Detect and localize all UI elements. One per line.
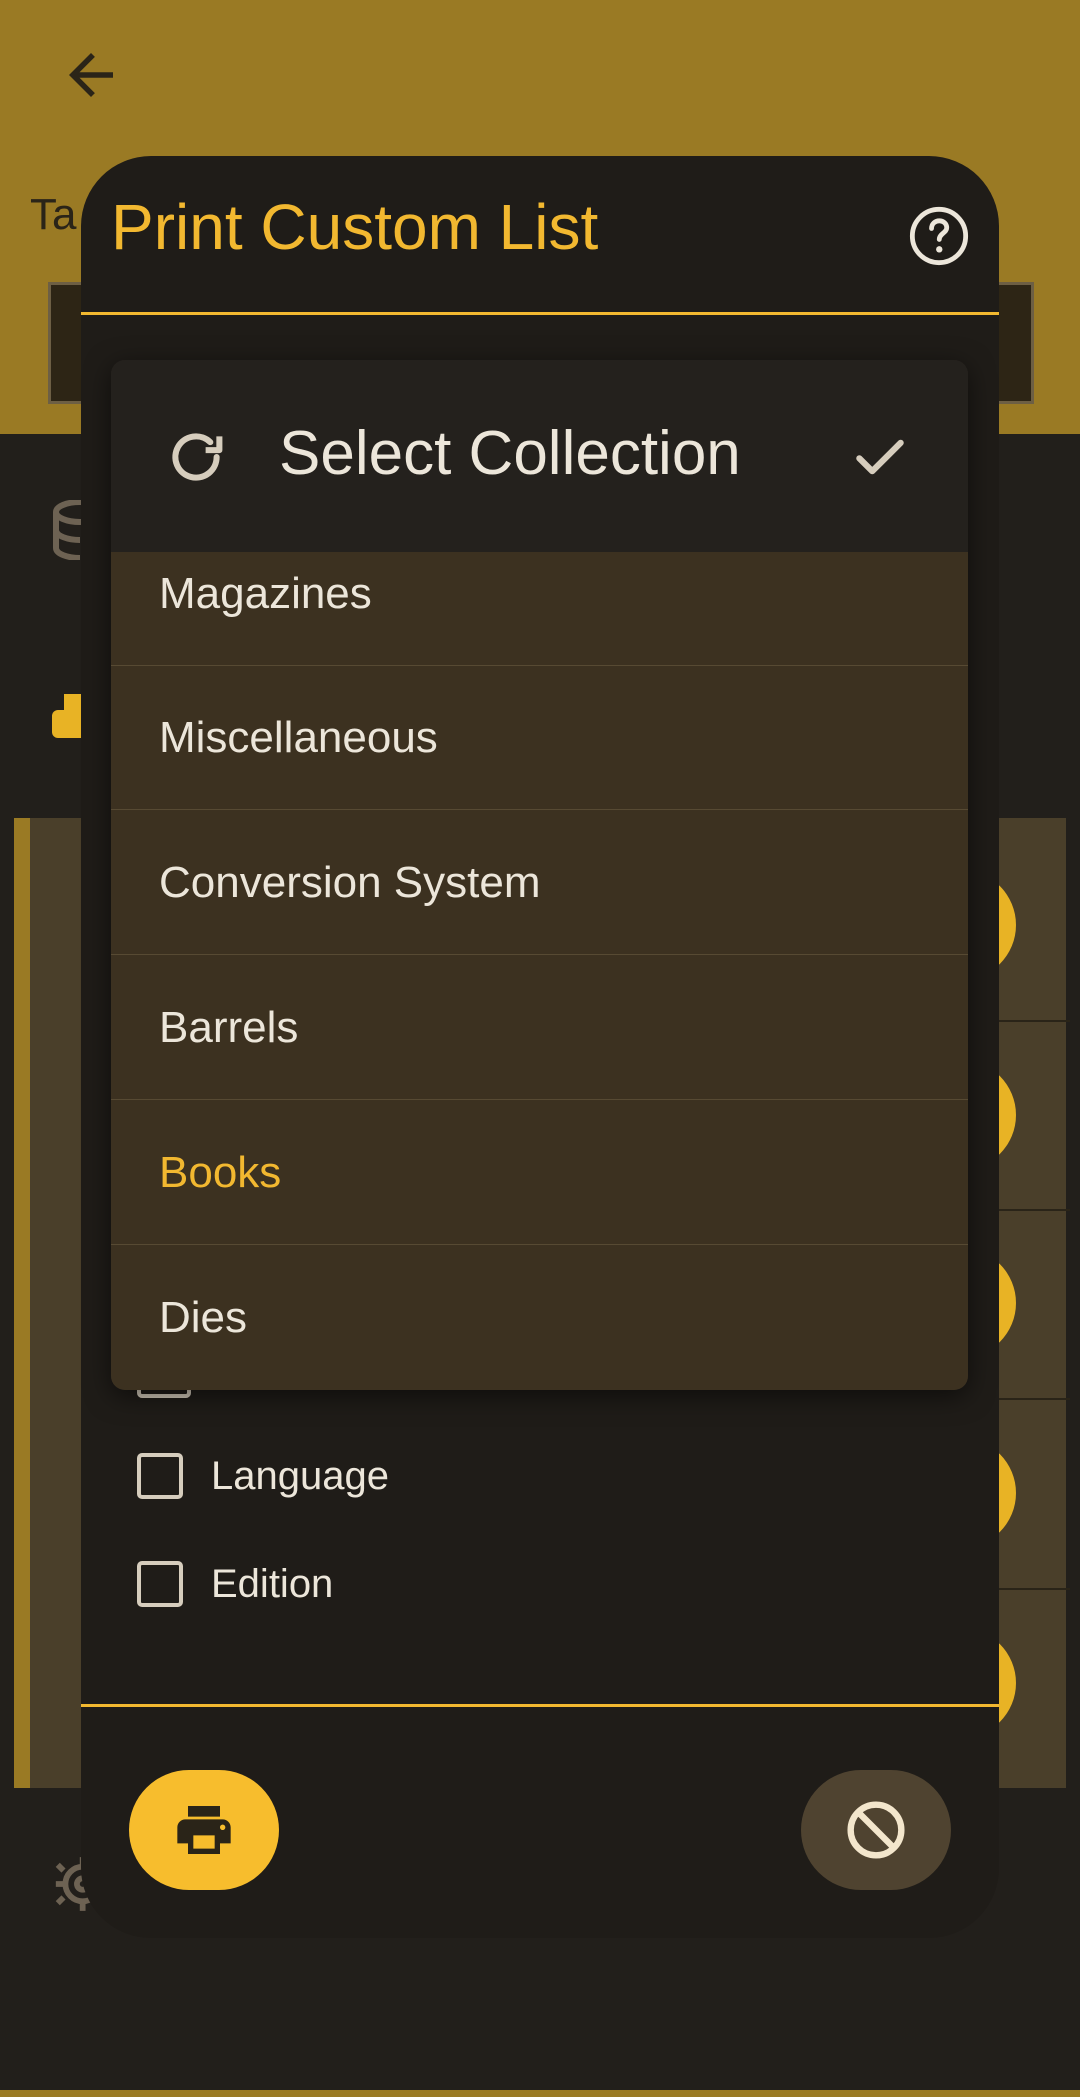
list-item-barrels[interactable]: Barrels [111,956,968,1100]
back-arrow-icon[interactable] [58,42,124,108]
collection-list: Magazines Miscellaneous Conversion Syste… [111,552,968,1390]
help-icon[interactable] [907,204,971,268]
cancel-icon [847,1801,905,1859]
dialog-divider [81,1704,999,1707]
list-item-dies[interactable]: Dies [111,1246,968,1390]
list-item-label: Conversion System [159,857,541,907]
checkbox[interactable] [137,1453,183,1499]
cancel-button[interactable] [801,1770,951,1890]
printer-icon [177,1806,231,1854]
list-item-label: Barrels [159,1002,299,1052]
list-item-label: Magazines [159,568,372,618]
checkbox-row-language[interactable]: Language [137,1446,389,1506]
checkbox-label: Edition [211,1561,334,1606]
list-item-magazines[interactable]: Magazines [111,522,968,666]
checkbox-label: Language [211,1453,389,1498]
popup-title: Select Collection [279,419,741,488]
list-item-miscellaneous[interactable]: Miscellaneous [111,666,968,810]
list-item-label: Miscellaneous [159,712,438,762]
checkbox-row-edition[interactable]: Edition [137,1554,333,1614]
dialog-title: Print Custom List [111,191,599,263]
dialog-divider [81,312,999,315]
checkbox[interactable] [137,1561,183,1607]
list-item-label: Books [159,1147,282,1197]
checkmark-icon[interactable] [849,426,911,488]
background-title: Ta [30,190,77,239]
print-button[interactable] [129,1770,279,1890]
background-panel-stripe [14,818,30,1788]
list-item-label: Dies [159,1293,248,1342]
list-item-books[interactable]: Books [111,1101,968,1245]
bottom-bar-line [0,2090,1080,2097]
list-item-conversion-system[interactable]: Conversion System [111,811,968,955]
select-collection-popup: Select Collection Magazines Miscellaneou… [111,360,968,1390]
refresh-icon[interactable] [163,424,229,490]
